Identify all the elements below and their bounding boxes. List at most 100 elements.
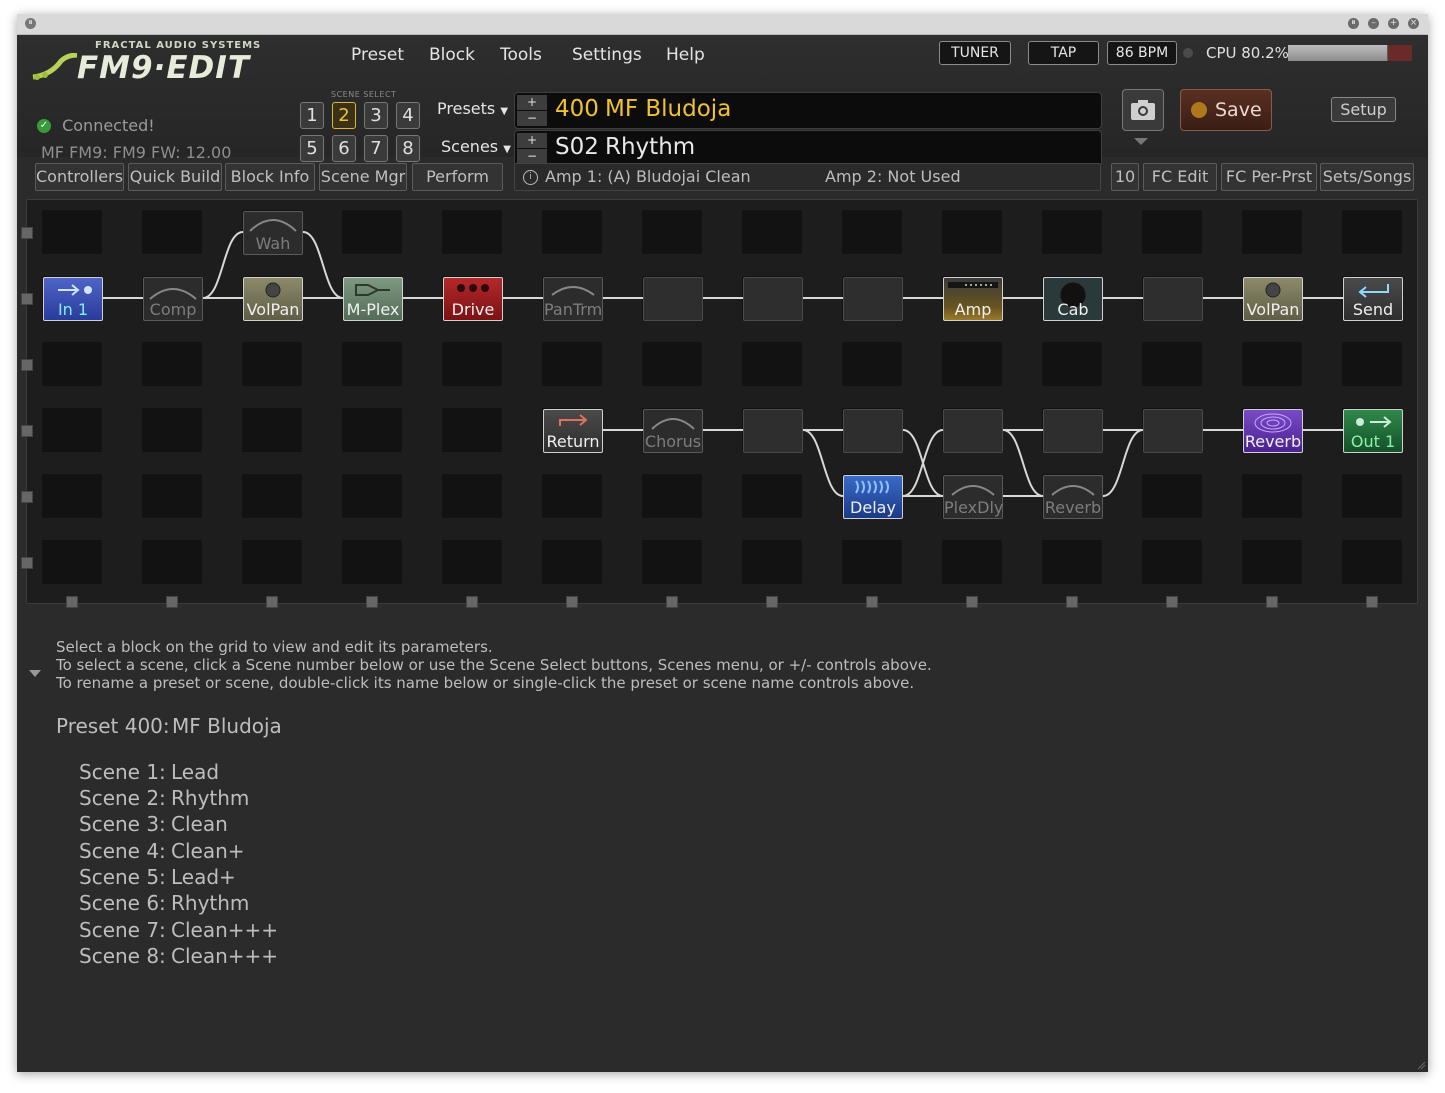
scene-list-name[interactable]: Rhythm bbox=[171, 786, 249, 810]
block-pantrem[interactable]: PanTrm bbox=[543, 277, 603, 321]
block-empty[interactable] bbox=[1143, 409, 1203, 453]
fc-per-prst-button[interactable]: FC Per-Prst bbox=[1221, 163, 1317, 191]
scene-button-7[interactable]: 7 bbox=[364, 135, 388, 162]
block-volpan-2[interactable]: VolPan bbox=[1243, 277, 1303, 321]
menu-block[interactable]: Block bbox=[429, 45, 475, 65]
block-empty[interactable] bbox=[1143, 277, 1203, 321]
setup-button[interactable]: Setup bbox=[1331, 97, 1396, 122]
camera-button[interactable] bbox=[1122, 89, 1164, 131]
scene-list-item[interactable]: Scene 8: Clean+++ bbox=[79, 944, 278, 968]
block-comp[interactable]: Comp bbox=[143, 277, 203, 321]
info-icon[interactable]: i bbox=[523, 170, 538, 185]
camera-dropdown-icon[interactable] bbox=[1134, 138, 1148, 145]
scene-list-item[interactable]: Scene 4: Clean+ bbox=[79, 839, 245, 863]
fc-edit-button[interactable]: FC Edit bbox=[1143, 163, 1217, 191]
perform-button[interactable]: Perform bbox=[412, 163, 503, 191]
column-handle[interactable] bbox=[1266, 596, 1278, 608]
tuner-button[interactable]: TUNER bbox=[939, 41, 1011, 65]
block-mplex[interactable]: M-Plex bbox=[343, 277, 403, 321]
scene-button-6[interactable]: 6 bbox=[332, 135, 356, 162]
menu-settings[interactable]: Settings bbox=[572, 45, 642, 65]
row-handle[interactable] bbox=[21, 557, 33, 569]
preset-summary-name[interactable]: MF Bludoja bbox=[172, 714, 282, 738]
close-icon[interactable]: × bbox=[1408, 18, 1419, 29]
block-wah[interactable]: Wah bbox=[243, 211, 303, 255]
block-empty[interactable] bbox=[943, 409, 1003, 453]
column-handle[interactable] bbox=[666, 596, 678, 608]
scene-button-5[interactable]: 5 bbox=[300, 135, 324, 162]
scene-list-item[interactable]: Scene 2: Rhythm bbox=[79, 786, 249, 810]
scene-list-item[interactable]: Scene 6: Rhythm bbox=[79, 891, 249, 915]
bpm-display[interactable]: 86 BPM bbox=[1107, 41, 1177, 65]
column-handle[interactable] bbox=[866, 596, 878, 608]
column-handle[interactable] bbox=[766, 596, 778, 608]
scene-name-control[interactable]: + − S02 Rhythm bbox=[514, 130, 1102, 167]
scene-list-item[interactable]: Scene 5: Lead+ bbox=[79, 865, 236, 889]
column-handle[interactable] bbox=[566, 596, 578, 608]
column-handle[interactable] bbox=[466, 596, 478, 608]
scene-button-2[interactable]: 2 bbox=[332, 102, 356, 129]
minimize-icon[interactable]: – bbox=[1368, 18, 1379, 29]
preset-name-control[interactable]: + − 400 MF Bludoja bbox=[514, 92, 1102, 129]
collapse-triangle-icon[interactable] bbox=[29, 670, 41, 677]
tap-button[interactable]: TAP bbox=[1028, 41, 1099, 65]
scene-decrement-button[interactable]: − bbox=[517, 149, 547, 164]
row-handle[interactable] bbox=[21, 359, 33, 371]
scene-increment-button[interactable]: + bbox=[517, 133, 547, 148]
menu-tools[interactable]: Tools bbox=[500, 45, 542, 65]
scene-name[interactable]: Rhythm bbox=[605, 134, 695, 160]
column-handle[interactable] bbox=[1166, 596, 1178, 608]
scenes-dropdown[interactable]: Scenes ▼ bbox=[441, 137, 511, 156]
routing-grid[interactable]: Wah In 1 Comp VolPan M-Plex Drive PanTrm bbox=[21, 199, 1418, 608]
app-menu-icon[interactable]: ⏸ bbox=[25, 18, 36, 29]
block-empty[interactable] bbox=[743, 409, 803, 453]
row-handle[interactable] bbox=[21, 227, 33, 239]
scene-list-name[interactable]: Clean+++ bbox=[171, 918, 278, 942]
column-handle[interactable] bbox=[366, 596, 378, 608]
column-handle[interactable] bbox=[1366, 596, 1378, 608]
scene-list-item[interactable]: Scene 3: Clean bbox=[79, 812, 228, 836]
scene-button-3[interactable]: 3 bbox=[364, 102, 388, 129]
block-reverb-1[interactable]: Reverb bbox=[1243, 409, 1303, 453]
row-handle[interactable] bbox=[21, 425, 33, 437]
block-empty[interactable] bbox=[1043, 409, 1103, 453]
menu-preset[interactable]: Preset bbox=[351, 45, 404, 65]
block-volpan-1[interactable]: VolPan bbox=[243, 277, 303, 321]
presets-dropdown[interactable]: Presets ▼ bbox=[437, 99, 508, 118]
block-drive[interactable]: Drive bbox=[443, 277, 503, 321]
column-handle[interactable] bbox=[1066, 596, 1078, 608]
controllers-button[interactable]: Controllers bbox=[35, 163, 124, 191]
block-send[interactable]: Send bbox=[1343, 277, 1403, 321]
preset-summary[interactable]: Preset 400: MF Bludoja bbox=[56, 714, 282, 738]
row-handle[interactable] bbox=[21, 491, 33, 503]
count-display[interactable]: 10 bbox=[1111, 163, 1139, 191]
preset-increment-button[interactable]: + bbox=[517, 95, 547, 110]
scene-button-1[interactable]: 1 bbox=[300, 102, 324, 129]
scene-list-item[interactable]: Scene 1: Lead bbox=[79, 760, 219, 784]
sets-songs-button[interactable]: Sets/Songs bbox=[1320, 163, 1414, 191]
scene-list-name[interactable]: Clean bbox=[171, 812, 228, 836]
scene-list-name[interactable]: Lead+ bbox=[171, 865, 236, 889]
resize-grip-icon[interactable] bbox=[1416, 1060, 1426, 1070]
column-handle[interactable] bbox=[266, 596, 278, 608]
scene-list-name[interactable]: Clean+ bbox=[171, 839, 245, 863]
scene-button-4[interactable]: 4 bbox=[396, 102, 420, 129]
block-output-1[interactable]: Out 1 bbox=[1343, 409, 1403, 453]
block-delay[interactable]: Delay bbox=[843, 475, 903, 519]
block-chorus[interactable]: Chorus bbox=[643, 409, 703, 453]
block-input-1[interactable]: In 1 bbox=[43, 277, 103, 321]
column-handle[interactable] bbox=[166, 596, 178, 608]
save-button[interactable]: Save bbox=[1180, 89, 1272, 131]
row-handle[interactable] bbox=[21, 293, 33, 305]
menu-help[interactable]: Help bbox=[666, 45, 705, 65]
block-plexdelay[interactable]: PlexDly bbox=[943, 475, 1003, 519]
scene-mgr-button[interactable]: Scene Mgr bbox=[319, 163, 407, 191]
scene-list-name[interactable]: Clean+++ bbox=[171, 944, 278, 968]
quick-build-button[interactable]: Quick Build bbox=[128, 163, 222, 191]
block-empty[interactable] bbox=[843, 277, 903, 321]
block-empty[interactable] bbox=[843, 409, 903, 453]
preset-decrement-button[interactable]: − bbox=[517, 111, 547, 126]
block-return[interactable]: Return bbox=[543, 409, 603, 453]
scene-list-item[interactable]: Scene 7: Clean+++ bbox=[79, 918, 278, 942]
column-handle[interactable] bbox=[66, 596, 78, 608]
